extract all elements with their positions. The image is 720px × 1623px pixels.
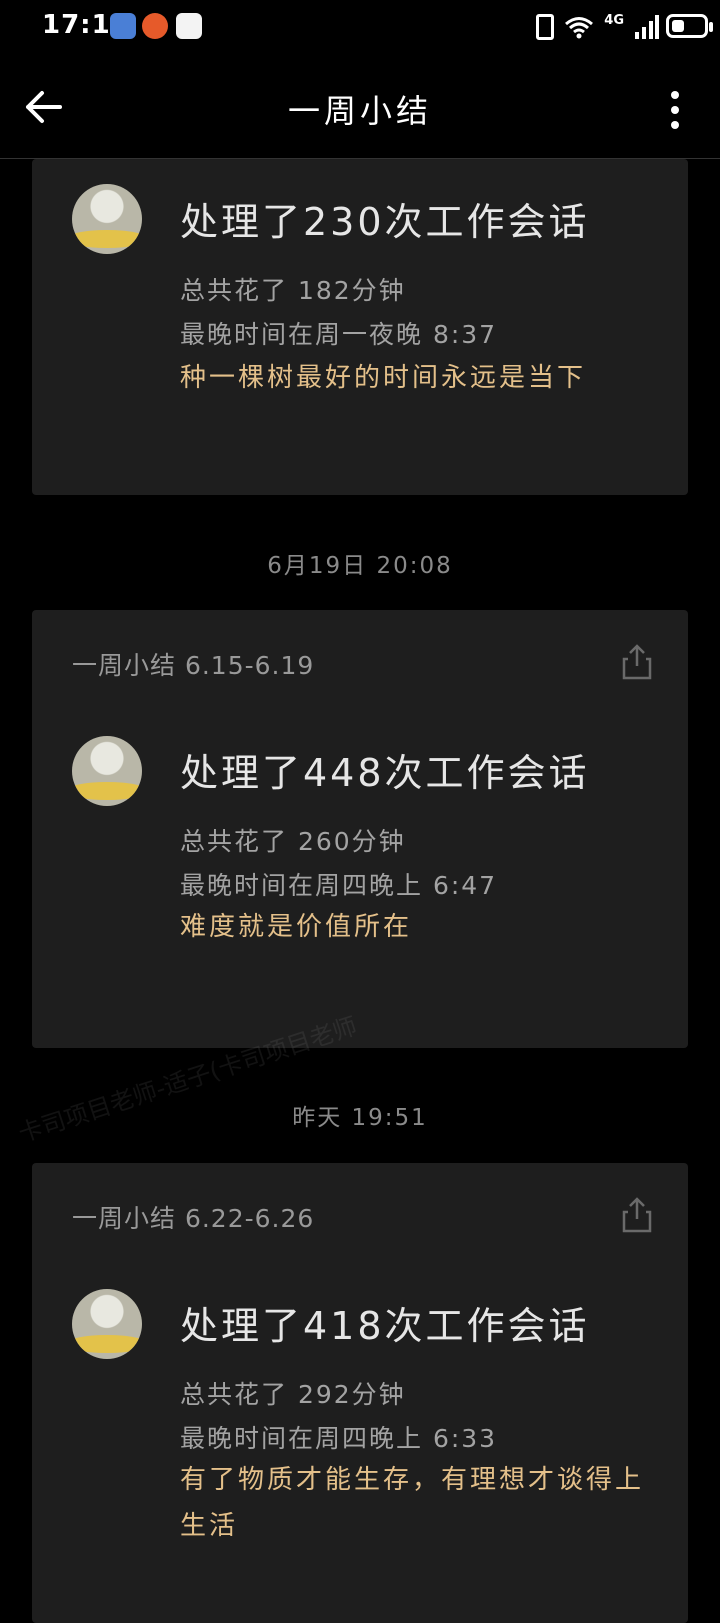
signal-icon — [635, 15, 659, 39]
latest-time: 最晚时间在周四晚上 6:47 — [180, 871, 498, 900]
message-timestamp: 昨天 19:51 — [292, 1105, 428, 1131]
total-time: 总共花了 292分钟 — [180, 1380, 406, 1409]
more-menu-icon[interactable] — [670, 90, 680, 130]
card-header: 一周小结 6.15-6.19 — [72, 651, 315, 680]
avatar — [72, 736, 142, 806]
latest-time: 最晚时间在周四晚上 6:33 — [180, 1424, 498, 1453]
wifi-icon — [565, 17, 594, 39]
notification-app-icon — [110, 13, 136, 39]
message-timestamp: 6月19日 20:08 — [267, 553, 453, 579]
weekly-summary-card[interactable]: 一周小结 6.15-6.19 处理了448次工作会话 总共花了 260分钟 最晚… — [32, 610, 688, 1048]
battery-icon — [666, 14, 713, 38]
motivational-quote: 难度就是价值所在 — [180, 912, 413, 942]
weekly-summary-card[interactable]: 处理了230次工作会话 总共花了 182分钟 最晚时间在周一夜晚 8:37 种一… — [32, 159, 688, 495]
card-header: 一周小结 6.22-6.26 — [72, 1204, 315, 1233]
session-count: 处理了418次工作会话 — [180, 1304, 590, 1348]
motivational-quote: 有了物质才能生存，有理想才谈得上生活 — [180, 1465, 645, 1541]
weekly-summary-card[interactable]: 一周小结 6.22-6.26 处理了418次工作会话 总共花了 292分钟 最晚… — [32, 1163, 688, 1623]
avatar — [72, 184, 142, 254]
status-bar: 17:11 4G — [0, 0, 720, 54]
battery-level — [672, 20, 684, 32]
share-icon[interactable] — [622, 644, 652, 680]
latest-time: 最晚时间在周一夜晚 8:37 — [180, 320, 498, 349]
page-title: 一周小结 — [287, 92, 432, 130]
total-time: 总共花了 260分钟 — [180, 827, 406, 856]
nav-bar: 一周小结 — [0, 56, 720, 159]
vibrate-icon — [536, 14, 555, 40]
motivational-quote: 种一棵树最好的时间永远是当下 — [180, 363, 587, 393]
total-time: 总共花了 182分钟 — [180, 276, 406, 305]
share-icon[interactable] — [622, 1197, 652, 1233]
session-count: 处理了230次工作会话 — [180, 200, 590, 244]
avatar — [72, 1289, 142, 1359]
notification-app-icon — [142, 13, 168, 39]
network-type-label: 4G — [604, 12, 624, 28]
music-app-icon — [176, 13, 202, 39]
session-count: 处理了448次工作会话 — [180, 751, 590, 795]
